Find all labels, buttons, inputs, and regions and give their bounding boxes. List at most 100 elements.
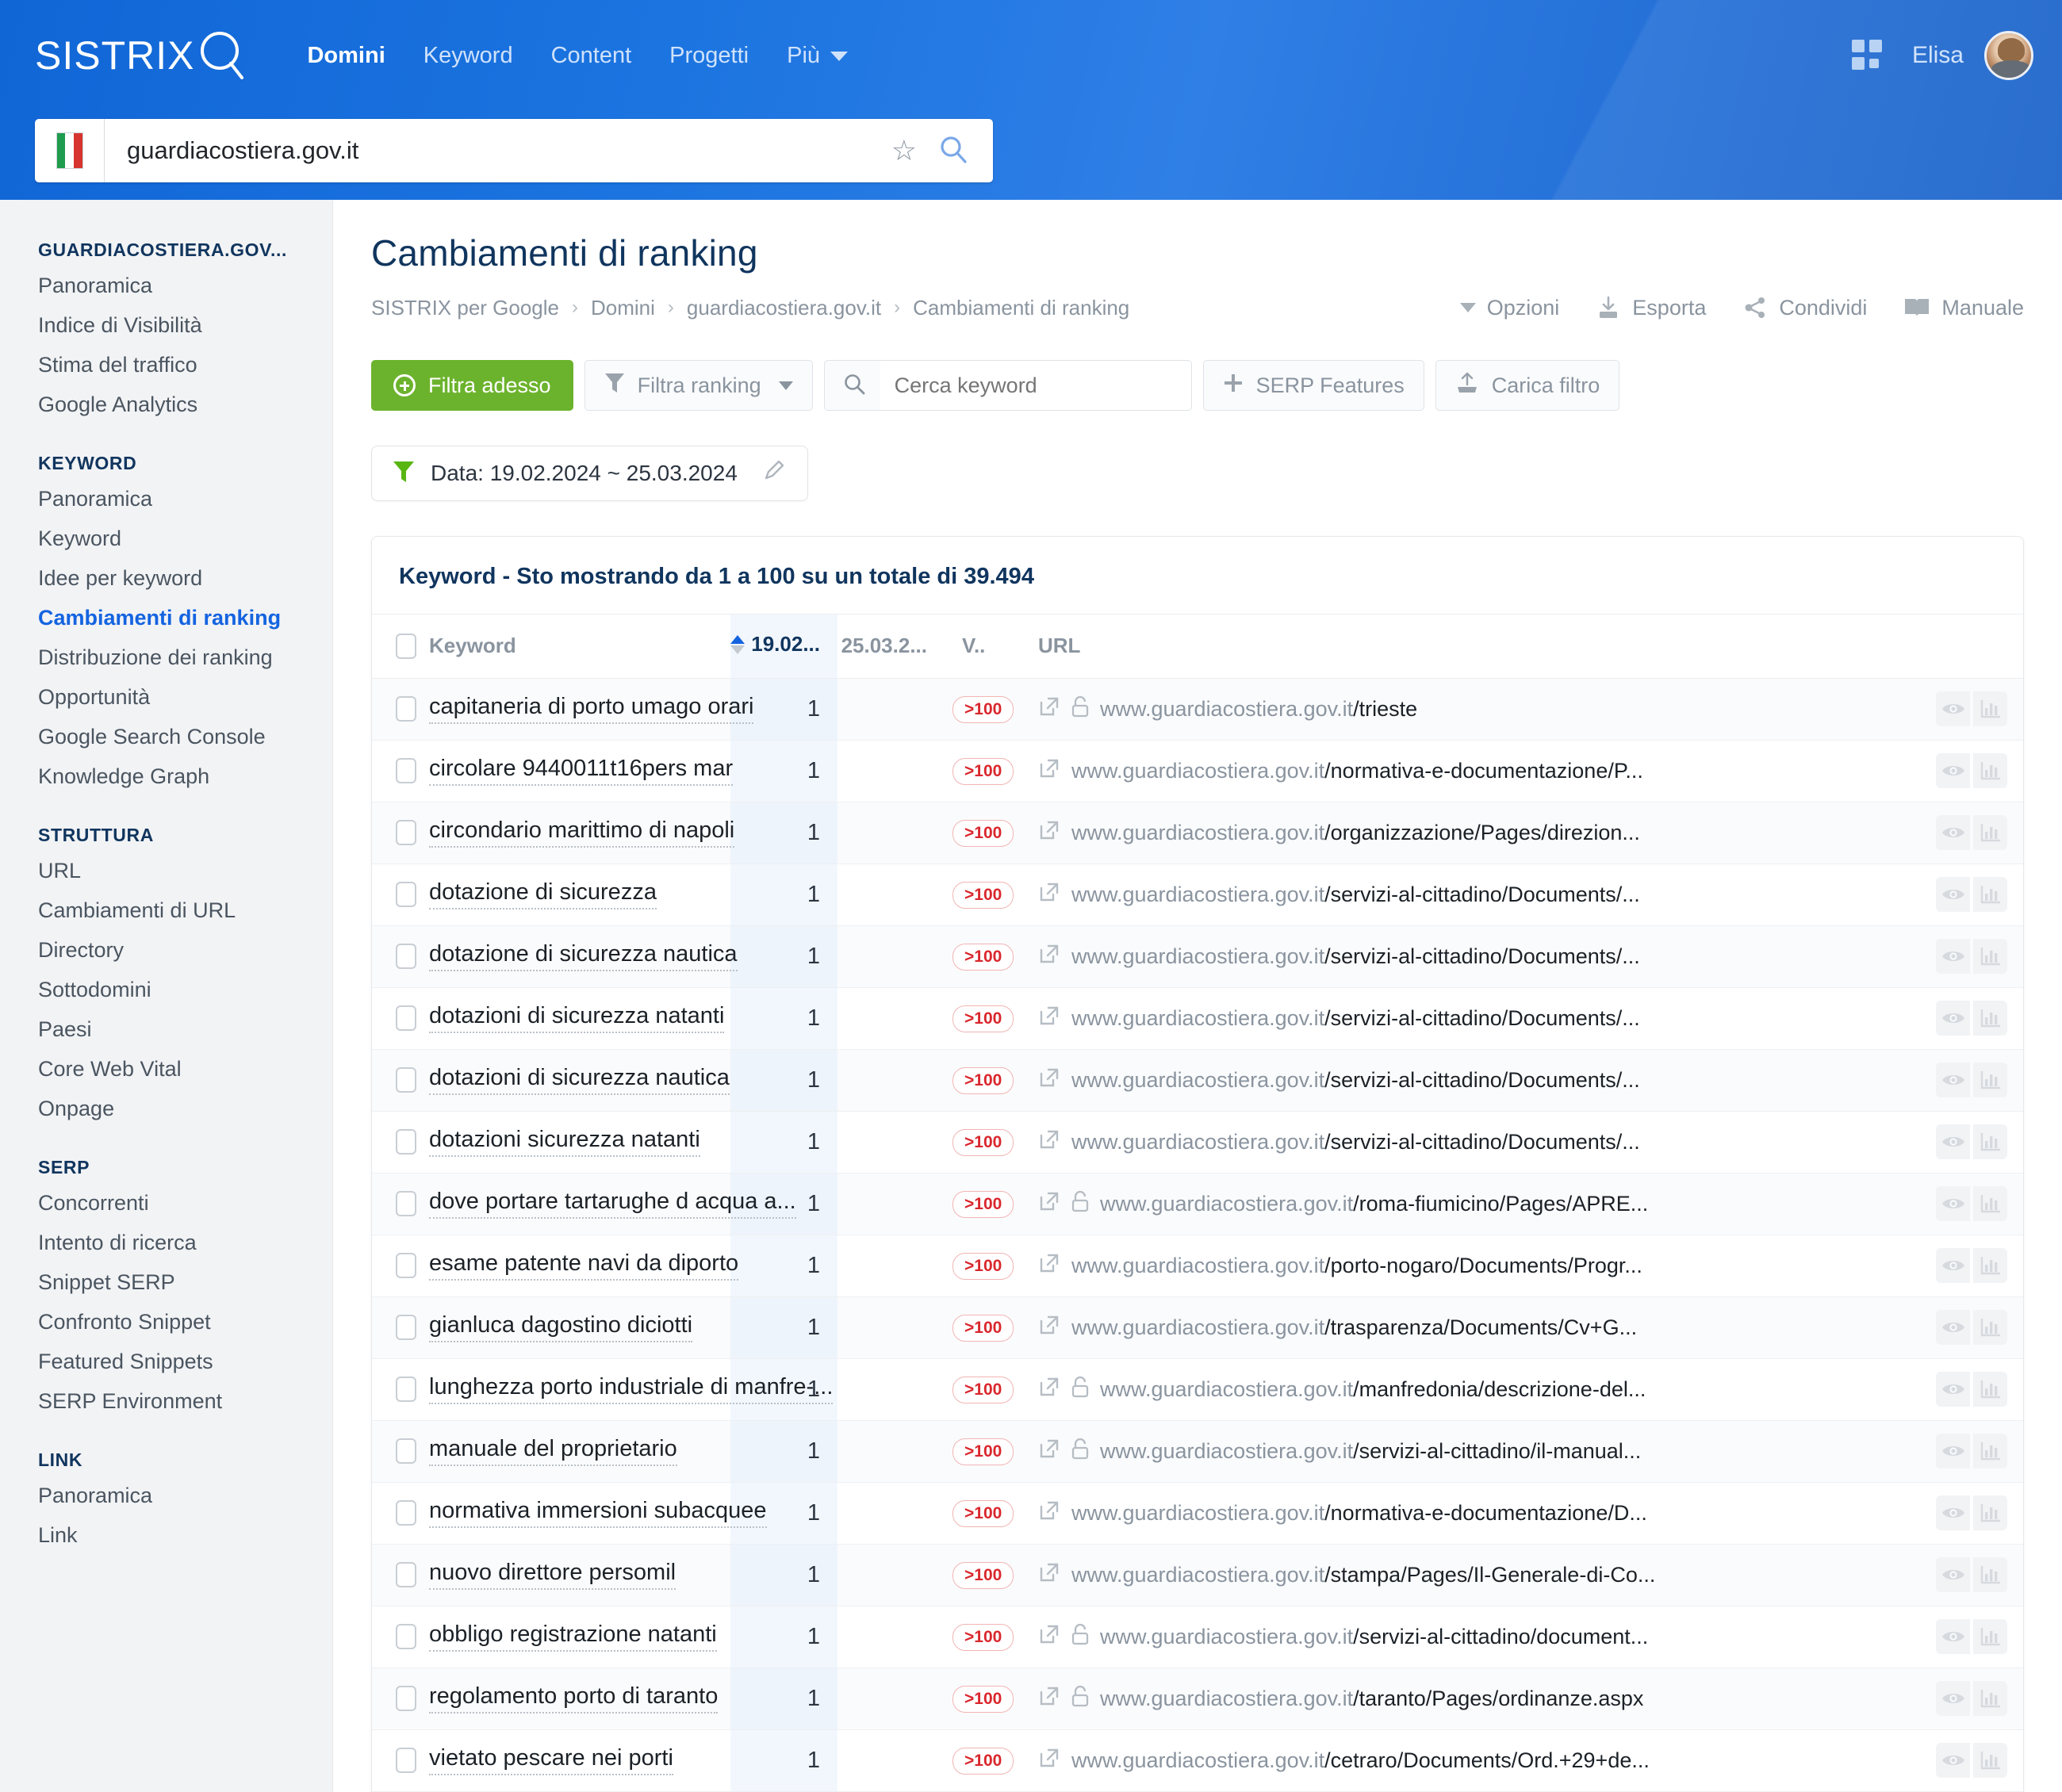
external-link-icon[interactable] bbox=[1038, 1685, 1060, 1713]
keyword-link[interactable]: circondario marittimo di napoli bbox=[429, 818, 735, 848]
select-all-header[interactable] bbox=[372, 615, 429, 679]
opzioni-button[interactable]: Opzioni bbox=[1459, 296, 1559, 320]
keyword-link[interactable]: lunghezza porto industriale di manfre-..… bbox=[429, 1374, 834, 1404]
keyword-link[interactable]: dotazione di sicurezza nautica bbox=[429, 941, 738, 971]
history-chart-icon[interactable] bbox=[1973, 1310, 2007, 1345]
history-chart-icon[interactable] bbox=[1973, 1681, 2007, 1716]
sidebar-item-url[interactable]: URL bbox=[0, 851, 332, 890]
external-link-icon[interactable] bbox=[1038, 1005, 1060, 1032]
row-select-cell[interactable] bbox=[372, 1296, 429, 1359]
preview-eye-icon[interactable] bbox=[1936, 1063, 1970, 1097]
sidebar-item-serp-environment[interactable]: SERP Environment bbox=[0, 1381, 332, 1421]
external-link-icon[interactable] bbox=[1038, 1314, 1060, 1342]
external-link-icon[interactable] bbox=[1038, 1623, 1060, 1651]
keyword-link[interactable]: dotazioni di sicurezza nautica bbox=[429, 1065, 730, 1095]
nav-item-keyword[interactable]: Keyword bbox=[404, 36, 532, 75]
row-select-cell[interactable] bbox=[372, 1173, 429, 1235]
history-chart-icon[interactable] bbox=[1973, 1434, 2007, 1468]
preview-eye-icon[interactable] bbox=[1936, 1186, 1970, 1221]
external-link-icon[interactable] bbox=[1038, 819, 1060, 847]
row-select-cell[interactable] bbox=[372, 1482, 429, 1545]
table-row[interactable]: dotazioni sicurezza natanti 1 >100 www.guar… bbox=[372, 1111, 2023, 1174]
avatar[interactable] bbox=[1984, 31, 2033, 80]
keyword-link[interactable]: normativa immersioni subacquee bbox=[429, 1498, 767, 1528]
row-select-cell[interactable] bbox=[372, 1358, 429, 1421]
carica-filtro-button[interactable]: Carica filtro bbox=[1435, 360, 1620, 411]
history-chart-icon[interactable] bbox=[1973, 1495, 2007, 1530]
sidebar-item-confronto-snippet[interactable]: Confronto Snippet bbox=[0, 1302, 332, 1342]
history-chart-icon[interactable] bbox=[1973, 1124, 2007, 1159]
history-chart-icon[interactable] bbox=[1973, 691, 2007, 726]
row-checkbox[interactable] bbox=[396, 1686, 416, 1711]
row-select-cell[interactable] bbox=[372, 1729, 429, 1792]
table-row[interactable]: nuovo direttore persomil 1 >100 www.guardia… bbox=[372, 1544, 2023, 1606]
preview-eye-icon[interactable] bbox=[1936, 1495, 1970, 1530]
table-row[interactable]: obbligo registrazione natanti 1 >100 www.gu… bbox=[372, 1606, 2023, 1668]
url-text[interactable]: www.guardiacostiera.gov.it/servizi-al-ci… bbox=[1071, 883, 1640, 907]
search-icon[interactable] bbox=[937, 133, 969, 169]
url-text[interactable]: www.guardiacostiera.gov.it/cetraro/Docum… bbox=[1071, 1748, 1650, 1773]
table-row[interactable]: dove portare tartarughe d acqua a... 1 >10… bbox=[372, 1173, 2023, 1235]
history-chart-icon[interactable] bbox=[1973, 815, 2007, 850]
column-header-date1[interactable]: 19.02... bbox=[730, 615, 837, 679]
row-checkbox[interactable] bbox=[396, 1129, 416, 1154]
cerca-keyword-field[interactable] bbox=[823, 360, 1192, 411]
sidebar-item-core-web-vital[interactable]: Core Web Vital bbox=[0, 1049, 332, 1089]
preview-eye-icon[interactable] bbox=[1936, 1001, 1970, 1036]
table-row[interactable]: capitaneria di porto umago orari 1 >100 www… bbox=[372, 678, 2023, 741]
external-link-icon[interactable] bbox=[1038, 1376, 1060, 1403]
search-keyword-input[interactable] bbox=[880, 361, 1191, 410]
table-row[interactable]: dotazioni di sicurezza nautica 1 >100 www.g… bbox=[372, 1049, 2023, 1112]
row-select-cell[interactable] bbox=[372, 802, 429, 864]
sidebar-item-keyword-panoramica[interactable]: Panoramica bbox=[0, 479, 332, 519]
preview-eye-icon[interactable] bbox=[1936, 1619, 1970, 1654]
history-chart-icon[interactable] bbox=[1973, 1186, 2007, 1221]
sidebar-item-idee-per-keyword[interactable]: Idee per keyword bbox=[0, 558, 332, 598]
preview-eye-icon[interactable] bbox=[1936, 1124, 1970, 1159]
row-checkbox[interactable] bbox=[396, 1253, 416, 1278]
row-select-cell[interactable] bbox=[372, 1668, 429, 1730]
keyword-link[interactable]: dove portare tartarughe d acqua a... bbox=[429, 1189, 796, 1219]
keyword-link[interactable]: vietato pescare nei porti bbox=[429, 1745, 673, 1775]
column-header-keyword[interactable]: Keyword bbox=[429, 615, 730, 679]
history-chart-icon[interactable] bbox=[1973, 753, 2007, 788]
nav-item-domini[interactable]: Domini bbox=[288, 36, 404, 75]
history-chart-icon[interactable] bbox=[1973, 1248, 2007, 1283]
manuale-button[interactable]: Manuale bbox=[1903, 296, 2024, 320]
row-checkbox[interactable] bbox=[396, 758, 416, 783]
row-select-cell[interactable] bbox=[372, 1420, 429, 1483]
sidebar-item-snippet-serp[interactable]: Snippet SERP bbox=[0, 1262, 332, 1302]
url-text[interactable]: www.guardiacostiera.gov.it/porto-nogaro/… bbox=[1071, 1254, 1642, 1278]
url-text[interactable]: www.guardiacostiera.gov.it/servizi-al-ci… bbox=[1071, 1006, 1640, 1031]
esporta-button[interactable]: Esporta bbox=[1596, 295, 1706, 320]
row-checkbox[interactable] bbox=[396, 1438, 416, 1464]
preview-eye-icon[interactable] bbox=[1936, 1248, 1970, 1283]
row-select-cell[interactable] bbox=[372, 1049, 429, 1112]
row-select-cell[interactable] bbox=[372, 987, 429, 1050]
keyword-link[interactable]: obbligo registrazione natanti bbox=[429, 1622, 717, 1652]
table-row[interactable]: esame patente navi da diporto 1 >100 www.gu… bbox=[372, 1235, 2023, 1297]
sidebar-item-cambiamenti-di-url[interactable]: Cambiamenti di URL bbox=[0, 890, 332, 930]
preview-eye-icon[interactable] bbox=[1936, 753, 1970, 788]
sidebar-item-opportunita[interactable]: Opportunità bbox=[0, 677, 332, 717]
url-text[interactable]: www.guardiacostiera.gov.it/organizzazion… bbox=[1071, 821, 1640, 845]
preview-eye-icon[interactable] bbox=[1936, 1310, 1970, 1345]
favorite-star-icon[interactable]: ☆ bbox=[891, 136, 917, 165]
column-header-v[interactable]: V.. bbox=[945, 615, 1024, 679]
row-checkbox[interactable] bbox=[396, 1067, 416, 1093]
history-chart-icon[interactable] bbox=[1973, 1619, 2007, 1654]
row-select-cell[interactable] bbox=[372, 925, 429, 988]
filtra-adesso-button[interactable]: Filtra adesso bbox=[371, 360, 573, 411]
serp-features-button[interactable]: SERP Features bbox=[1202, 360, 1424, 411]
row-select-cell[interactable] bbox=[372, 678, 429, 741]
nav-item-progetti[interactable]: Progetti bbox=[650, 36, 768, 75]
sidebar-item-indice-di-visibilita[interactable]: Indice di Visibilità bbox=[0, 305, 332, 345]
sidebar-item-sottodomini[interactable]: Sottodomini bbox=[0, 970, 332, 1009]
external-link-icon[interactable] bbox=[1038, 757, 1060, 785]
row-select-cell[interactable] bbox=[372, 740, 429, 802]
sidebar-item-distribuzione-dei-ranking[interactable]: Distribuzione dei ranking bbox=[0, 638, 332, 677]
url-text[interactable]: www.guardiacostiera.gov.it/servizi-al-ci… bbox=[1071, 944, 1640, 969]
row-select-cell[interactable] bbox=[372, 863, 429, 926]
keyword-link[interactable]: gianluca dagostino diciotti bbox=[429, 1312, 693, 1342]
keyword-link[interactable]: dotazione di sicurezza bbox=[429, 879, 657, 909]
